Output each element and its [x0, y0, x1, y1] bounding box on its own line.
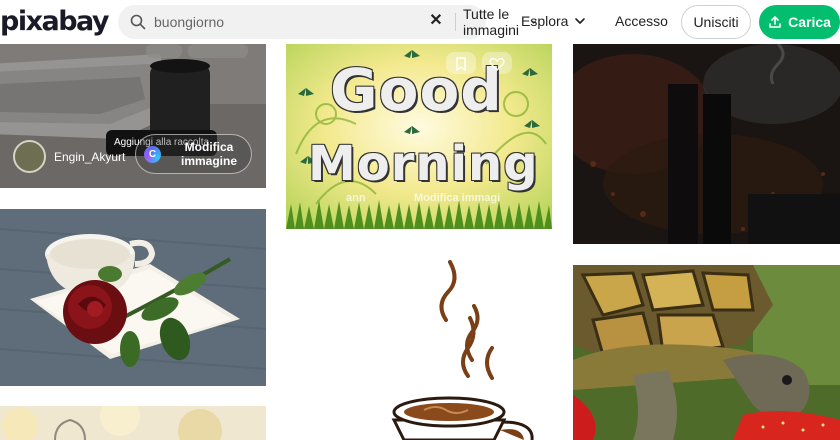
top-bar: pixabay buongiorno ✕ Tutte le immagini E…: [0, 0, 840, 44]
login-link[interactable]: Accesso: [615, 13, 668, 29]
image-tile-laptop[interactable]: Aggiungi alla raccolta Engin_Akyurt C Mo…: [0, 44, 266, 188]
ghost-author-name: ann: [346, 192, 366, 204]
search-icon: [130, 14, 146, 30]
image-tile-rose-cup[interactable]: [0, 209, 266, 386]
bokeh-photo: [0, 406, 266, 440]
image-tile-bokeh[interactable]: [0, 406, 266, 440]
search-input[interactable]: buongiorno: [154, 14, 224, 30]
coffee-cup-illustration: [286, 250, 552, 440]
edit-image-button[interactable]: C Modifica immagine: [135, 134, 252, 174]
dark-smoke-photo: [573, 44, 840, 244]
search-divider: [455, 13, 456, 31]
join-button[interactable]: Unisciti: [681, 5, 751, 39]
close-icon[interactable]: ✕: [424, 9, 448, 33]
upload-icon: [769, 16, 781, 28]
search-bar[interactable]: buongiorno ✕ Tutte le immagini: [118, 5, 537, 39]
upload-label: Carica: [788, 14, 831, 30]
good-text: Good: [330, 56, 503, 124]
author-name: Engin_Akyurt: [54, 149, 126, 164]
avatar: [13, 140, 46, 173]
image-tile-good-morning[interactable]: Good Morning ann Modifica immagi: [286, 44, 552, 229]
explore-menu[interactable]: Esplora: [521, 13, 586, 29]
pixabay-logo[interactable]: pixabay: [0, 6, 110, 37]
image-tile-dark-smoke[interactable]: [573, 44, 840, 244]
media-type-label: Tutte le immagini: [463, 6, 520, 38]
tortoise-photo: [573, 265, 840, 440]
image-author[interactable]: Engin_Akyurt: [13, 140, 125, 173]
bookmark-icon[interactable]: [454, 57, 468, 71]
chevron-down-icon: [575, 18, 586, 24]
image-tile-coffee-cup[interactable]: [286, 250, 552, 440]
explore-label: Esplora: [521, 13, 569, 29]
edit-image-label: Modifica immagine: [180, 139, 237, 168]
ghost-edit-label: Modifica immagi: [414, 192, 501, 204]
rose-cup-photo: [0, 209, 266, 386]
upload-button[interactable]: Carica: [759, 5, 840, 39]
canva-icon: C: [144, 145, 161, 163]
morning-text: Morning: [308, 136, 539, 192]
heart-icon[interactable]: [489, 57, 505, 71]
image-tile-tortoise[interactable]: [573, 265, 840, 440]
